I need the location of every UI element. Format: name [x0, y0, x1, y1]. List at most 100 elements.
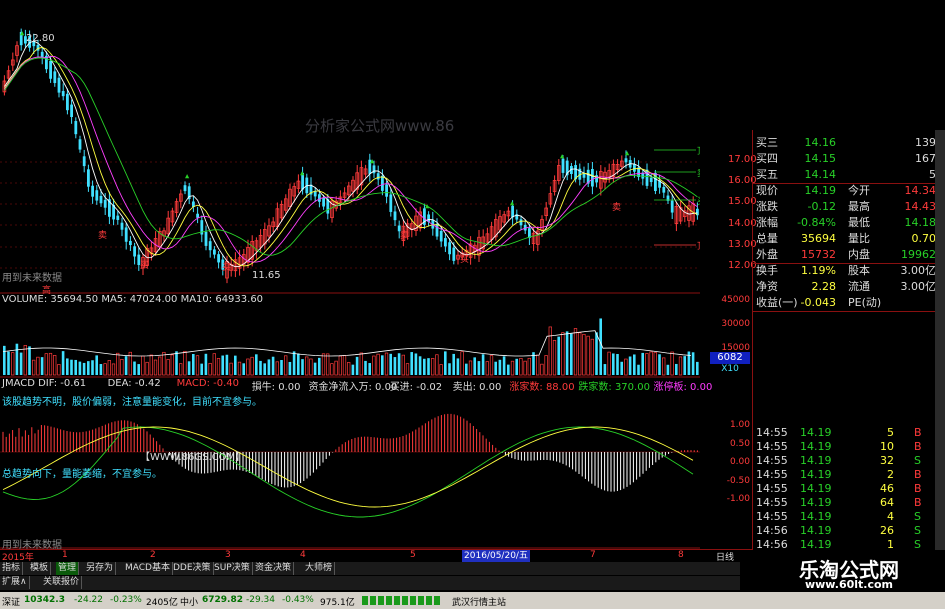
quote-label2: 流通	[848, 280, 870, 293]
volume-bar	[78, 361, 82, 375]
tick-trades-list[interactable]: 14:55 14.19 5 B 14:55 14.19 10 B 14:55 14.19 32 S 14…	[752, 426, 942, 550]
candle-body	[49, 60, 52, 79]
volume-bar	[3, 345, 6, 375]
quote-row: 收益(一) -0.043 PE(动)	[752, 295, 940, 311]
volume-bar	[166, 359, 170, 376]
volume-bar	[158, 356, 162, 376]
candle-body	[95, 190, 99, 201]
volume-bar	[544, 355, 548, 376]
trade-price: 14.19	[800, 440, 832, 453]
high-price-label: 22.80	[26, 33, 55, 44]
volume-bar	[645, 353, 649, 376]
quote-value: -0.84%	[797, 216, 836, 229]
volume-bar	[376, 353, 380, 376]
sz-change: -24.22	[74, 595, 104, 605]
trade-row: 14:55 14.19 5 B	[752, 426, 942, 440]
indicator-tab[interactable]: 指标	[0, 562, 24, 575]
volume-bar	[355, 356, 359, 375]
indicator-tab[interactable]: MACD基本	[123, 562, 173, 575]
indicator-tab[interactable]: 资金决策	[253, 562, 295, 575]
date-axis-tick: 1	[62, 550, 68, 560]
volume-bar	[263, 363, 266, 375]
volume-bar	[229, 362, 233, 376]
volume-bar	[153, 359, 158, 376]
volume-bar	[15, 343, 19, 375]
candle-body	[385, 184, 388, 197]
volume-bar	[19, 352, 23, 375]
volume-bar	[384, 352, 389, 376]
volume-bar	[481, 354, 485, 375]
indicator-tab[interactable]: 管理	[56, 562, 80, 575]
date-axis: 2015年 12345678 2016/05/20/五 日线	[0, 549, 752, 563]
candle-body	[99, 195, 103, 204]
volume-bar	[561, 332, 565, 376]
trade-row: 14:56 14.19 1 S	[752, 538, 942, 550]
volume-bar	[649, 351, 653, 376]
trade-price: 14.19	[800, 426, 832, 439]
date-axis-tick: 4	[300, 550, 306, 560]
indicator-tab[interactable]: DDE决策	[171, 562, 214, 575]
candle-body	[511, 205, 514, 218]
quote-scrollbar[interactable]	[935, 130, 945, 550]
volume-bar	[397, 353, 401, 375]
candle-body	[624, 158, 628, 163]
indicator-tab[interactable]: SUP决策	[212, 562, 253, 575]
volume-bar	[103, 363, 107, 376]
volume-bar	[137, 364, 140, 375]
volume-bar	[439, 364, 443, 376]
volume-bar	[633, 354, 636, 375]
trade-price: 14.19	[800, 496, 832, 509]
volume-bar	[570, 333, 573, 375]
volume-bar	[573, 328, 578, 376]
volume-bar	[82, 362, 86, 375]
volume-bar	[212, 353, 216, 376]
peak-marker: ▲	[625, 149, 630, 157]
volume-bar	[318, 357, 321, 375]
volume-bar	[489, 355, 494, 376]
bottom-tab[interactable]: 关联报价	[41, 576, 83, 589]
indicator-tab[interactable]: 另存为	[84, 562, 117, 575]
quote-value: 15732	[801, 248, 836, 261]
indicator-tab[interactable]: 模板	[28, 562, 52, 575]
quote-row: 外盘 15732 内盘 19962	[752, 247, 940, 263]
volume-bar	[267, 359, 271, 375]
macd-axis-tick: 0.50	[729, 438, 750, 449]
candle-body	[208, 241, 212, 251]
indicator-tab[interactable]: 大师榜	[303, 562, 336, 575]
quote-value: 14.14	[804, 168, 837, 181]
quote-row: 买三 14.16 139	[752, 135, 940, 151]
quote-row: 涨跌 -0.12 最高 14.43	[752, 199, 940, 215]
trade-time: 14:55	[756, 440, 788, 453]
volume-axis-tick: 45000	[721, 295, 750, 305]
quote-value2: 14.18	[904, 216, 937, 229]
volume-bar	[666, 364, 670, 375]
volume-bar	[515, 358, 518, 375]
moving-average-line	[4, 57, 698, 256]
trade-volume: 5	[887, 426, 894, 439]
future-data-label-top: 用到未来数据	[2, 273, 62, 284]
server-label[interactable]: 武汉行情主站	[452, 595, 506, 608]
candle-body	[103, 199, 107, 208]
quote-label: 外盘	[756, 248, 778, 261]
quote-value2: 19962	[901, 248, 936, 261]
quote-label2: 今开	[848, 184, 870, 197]
volume-bar	[381, 355, 384, 375]
volume-bar	[364, 360, 367, 375]
volume-bar	[683, 356, 686, 375]
volume-current-badge: 6082	[710, 352, 750, 364]
candle-body	[393, 211, 397, 221]
zx-value: 6729.82	[202, 595, 243, 605]
volume-bar	[448, 363, 451, 375]
quote-value2: 5	[929, 168, 936, 181]
volume-bar	[675, 363, 678, 375]
volume-bar	[111, 363, 116, 376]
volume-bar	[658, 354, 661, 375]
volume-bar	[628, 356, 632, 375]
trade-marker: 买	[140, 260, 149, 271]
volume-bar	[255, 354, 258, 375]
bottom-tab[interactable]: 扩展∧	[0, 576, 30, 589]
volume-bar	[678, 356, 683, 376]
candle-body	[183, 185, 187, 192]
trade-time: 14:55	[756, 496, 788, 509]
volume-bar	[149, 354, 153, 376]
